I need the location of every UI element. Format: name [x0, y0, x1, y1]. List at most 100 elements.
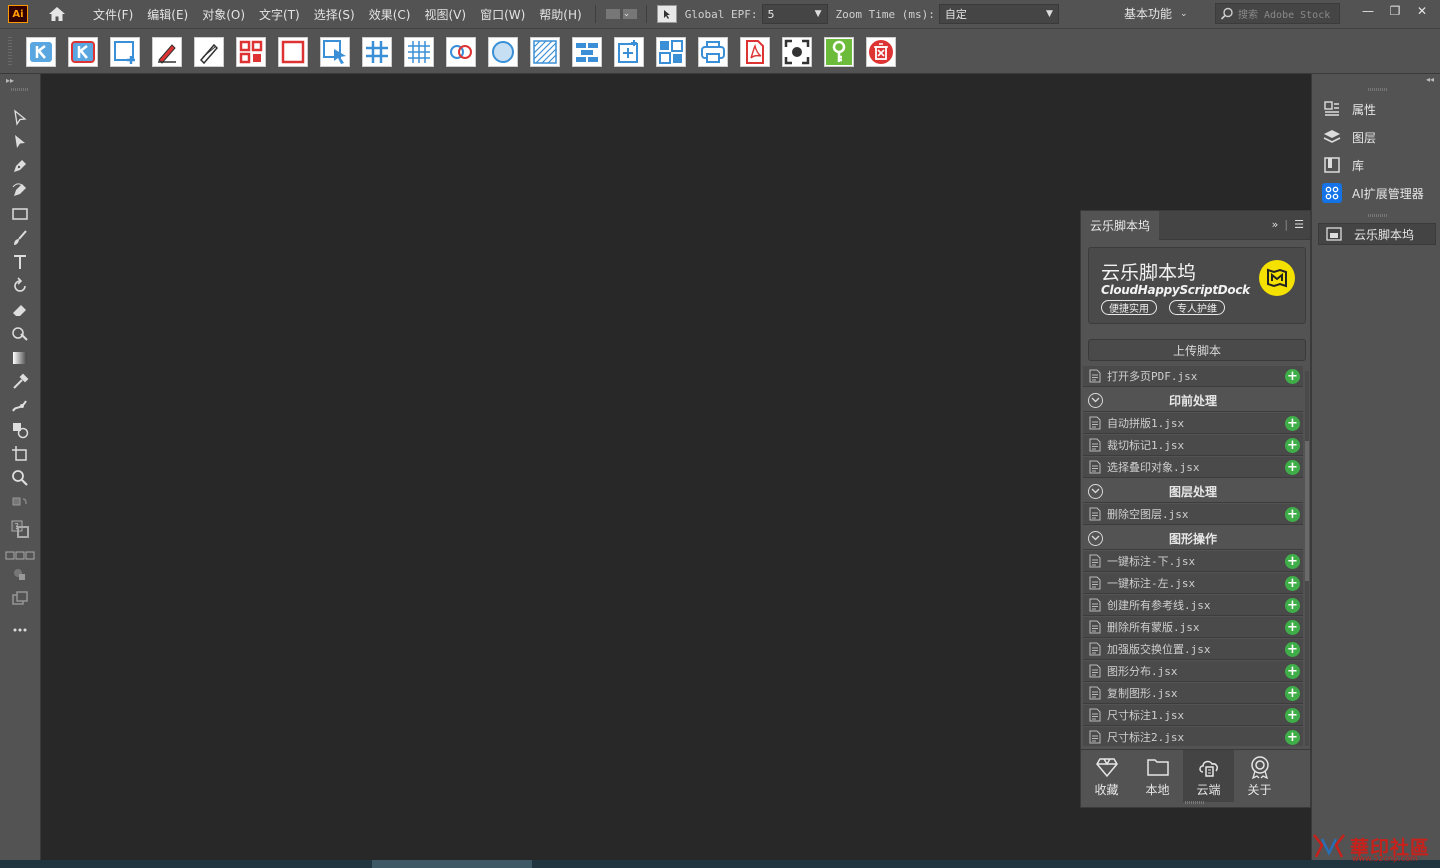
dock-item-libraries[interactable]: 库: [1322, 154, 1364, 176]
link-circles-icon[interactable]: [446, 37, 476, 67]
rectangle-tool-icon[interactable]: [10, 204, 30, 224]
menu-effect[interactable]: 效果(C): [362, 6, 418, 23]
circle-icon[interactable]: [488, 37, 518, 67]
type-tool-icon[interactable]: [10, 252, 30, 272]
eraser-tool-icon[interactable]: [10, 300, 30, 320]
nav-about[interactable]: 关于: [1234, 750, 1285, 802]
add-icon[interactable]: +: [1285, 664, 1300, 679]
red-rectangle-icon[interactable]: [278, 37, 308, 67]
tile-icon[interactable]: [656, 37, 686, 67]
artboard-tool-icon[interactable]: [10, 444, 30, 464]
curvature-tool-icon[interactable]: [10, 180, 30, 200]
add-icon[interactable]: +: [1285, 507, 1300, 522]
list-item[interactable]: 删除空图层.jsx +: [1083, 504, 1303, 525]
dock-item-properties[interactable]: 属性: [1322, 98, 1376, 120]
rotate-tool-icon[interactable]: [10, 276, 30, 296]
add-icon[interactable]: +: [1285, 438, 1300, 453]
collapse-panel-icon[interactable]: »: [1272, 218, 1279, 231]
list-item[interactable]: 删除所有蒙版.jsx +: [1083, 617, 1303, 638]
chevron-down-icon[interactable]: [1088, 483, 1103, 499]
section-header[interactable]: 印前处理: [1083, 389, 1303, 412]
list-item[interactable]: 尺寸标注2.jsx +: [1083, 727, 1303, 746]
color-modes-icon[interactable]: [5, 546, 35, 566]
draw-modes-icon[interactable]: [10, 564, 30, 584]
list-item[interactable]: 一键标注-左.jsx +: [1083, 573, 1303, 594]
key-icon[interactable]: [824, 37, 854, 67]
collapse-icon[interactable]: ◂◂: [1426, 75, 1434, 84]
red-pen-icon[interactable]: [152, 37, 182, 67]
delete-icon[interactable]: [866, 37, 896, 67]
screen-mode-icon[interactable]: [10, 588, 30, 608]
add-icon[interactable]: +: [1285, 642, 1300, 657]
direct-selection-tool-icon[interactable]: [10, 132, 30, 152]
tab-script-dock[interactable]: 云乐脚本坞: [1081, 211, 1160, 240]
list-item[interactable]: 复制图形.jsx +: [1083, 683, 1303, 704]
panel-grip[interactable]: [11, 88, 29, 91]
gradient-tool-icon[interactable]: [10, 348, 30, 368]
list-item[interactable]: 裁切标记1.jsx +: [1083, 435, 1303, 456]
select-arrow-icon[interactable]: [320, 37, 350, 67]
add-icon[interactable]: +: [1285, 554, 1300, 569]
list-item[interactable]: 自动拼版1.jsx +: [1083, 413, 1303, 434]
dock-item-script-dock[interactable]: 云乐脚本坞: [1318, 223, 1436, 245]
menu-file[interactable]: 文件(F): [86, 6, 140, 23]
brick-icon[interactable]: [572, 37, 602, 67]
section-header[interactable]: 图形操作: [1083, 527, 1303, 550]
dock-grip[interactable]: [1368, 88, 1388, 91]
nav-cloud[interactable]: 云端: [1183, 750, 1234, 802]
scrollbar-thumb[interactable]: [1305, 441, 1309, 581]
hatch-icon[interactable]: [530, 37, 560, 67]
global-epf-select[interactable]: 5 ▼: [761, 4, 828, 24]
list-item[interactable]: 一键标注-下.jsx +: [1083, 551, 1303, 572]
restore-icon[interactable]: ❐: [1383, 3, 1407, 19]
gpu-performance-icon[interactable]: [656, 5, 677, 23]
add-icon[interactable]: +: [1285, 686, 1300, 701]
ai-k-logo-blue-icon[interactable]: [26, 37, 56, 67]
puppet-warp-tool-icon[interactable]: [10, 396, 30, 416]
pdf-icon[interactable]: [740, 37, 770, 67]
new-artboard-icon[interactable]: [110, 37, 140, 67]
menu-edit[interactable]: 编辑(E): [140, 6, 195, 23]
zoom-tool-icon[interactable]: [10, 468, 30, 488]
chevron-down-icon[interactable]: [1088, 392, 1103, 408]
expand-icon[interactable]: ▸▸: [6, 76, 14, 85]
section-header[interactable]: 图层处理: [1083, 480, 1303, 503]
scrollbar-thumb[interactable]: [372, 860, 532, 868]
add-icon[interactable]: +: [1285, 620, 1300, 635]
ai-k-logo-red-icon[interactable]: [68, 37, 98, 67]
arrange-documents-icon[interactable]: ⌄: [605, 5, 640, 23]
upload-script-button[interactable]: 上传脚本: [1088, 339, 1306, 361]
nav-local[interactable]: 本地: [1132, 750, 1183, 802]
grid-icon[interactable]: [362, 37, 392, 67]
add-icon[interactable]: +: [1285, 416, 1300, 431]
list-item[interactable]: 加强版交换位置.jsx +: [1083, 639, 1303, 660]
list-item[interactable]: 创建所有参考线.jsx +: [1083, 595, 1303, 616]
pen-tool-icon[interactable]: [10, 156, 30, 176]
fill-stroke-swatch-icon[interactable]: ?: [10, 516, 30, 542]
close-icon[interactable]: ✕: [1410, 3, 1434, 19]
more-tools-icon[interactable]: [10, 620, 30, 640]
add-icon[interactable]: +: [1285, 460, 1300, 475]
menu-view[interactable]: 视图(V): [417, 6, 473, 23]
home-icon[interactable]: [46, 3, 68, 25]
menu-select[interactable]: 选择(S): [307, 6, 362, 23]
stock-search-input[interactable]: 搜索 Adobe Stock: [1215, 3, 1340, 24]
swap-fill-stroke-icon[interactable]: [10, 494, 30, 514]
menu-help[interactable]: 帮助(H): [532, 6, 588, 23]
menu-window[interactable]: 窗口(W): [473, 6, 532, 23]
shape-builder-tool-icon[interactable]: [10, 420, 30, 440]
add-icon[interactable]: +: [1285, 730, 1300, 745]
focus-frame-icon[interactable]: [782, 37, 812, 67]
chevron-down-icon[interactable]: [1088, 530, 1103, 546]
workspace-switcher[interactable]: 基本功能 ⌄: [1124, 5, 1188, 22]
add-icon[interactable]: +: [1285, 576, 1300, 591]
pen-outline-icon[interactable]: [194, 37, 224, 67]
warp-tool-icon[interactable]: [10, 324, 30, 344]
list-item[interactable]: 打开多页PDF.jsx +: [1083, 366, 1303, 387]
panel-resize-grip[interactable]: [1185, 801, 1205, 804]
horizontal-scrollbar[interactable]: [0, 860, 1440, 868]
zoom-time-select[interactable]: 自定 ▼: [938, 4, 1059, 24]
paintbrush-tool-icon[interactable]: [10, 228, 30, 248]
menu-type[interactable]: 文字(T): [252, 6, 307, 23]
fine-grid-icon[interactable]: [404, 37, 434, 67]
